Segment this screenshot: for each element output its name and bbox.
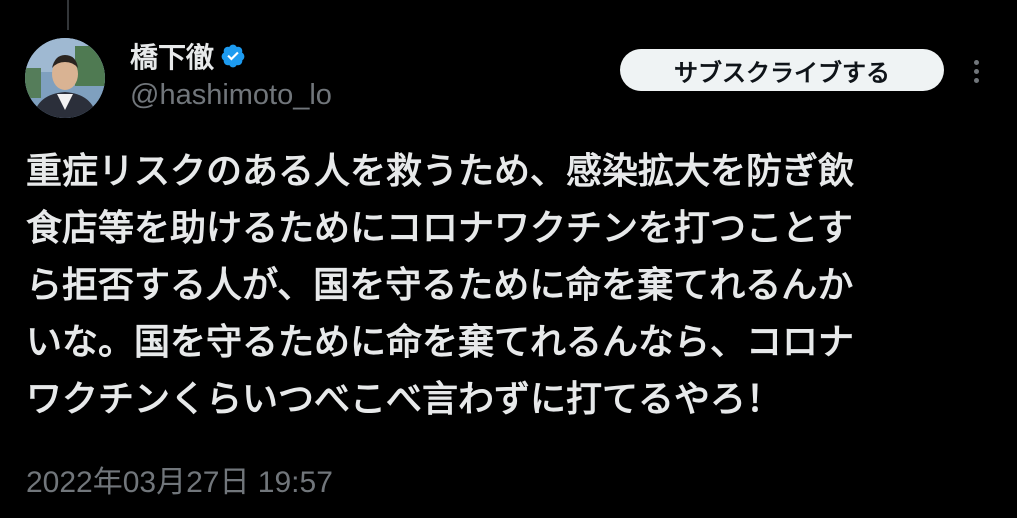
verified-badge-icon[interactable] xyxy=(220,43,246,69)
avatar[interactable] xyxy=(25,38,105,118)
more-dot xyxy=(973,68,979,74)
avatar-photo xyxy=(25,38,105,118)
more-dot xyxy=(973,59,979,65)
author-display-name[interactable]: 橋下徹 xyxy=(130,36,214,76)
tweet-text-line: 食店等を助けるためにコロナワクチンを打つことす xyxy=(26,208,853,249)
subscribe-button[interactable]: サブスクライブする xyxy=(620,49,944,91)
more-dot xyxy=(973,77,979,83)
tweet-text-line: ワクチンくらいつべこべ言わずに打てるやろ！ xyxy=(26,379,783,420)
more-vertical-icon[interactable] xyxy=(966,56,986,86)
thread-connector-line xyxy=(67,0,69,30)
author-name-row: 橋下徹 xyxy=(130,38,246,74)
tweet-timestamp[interactable]: 2022年03月27日 19:57 xyxy=(26,457,333,501)
author-handle[interactable]: @hashimoto_lo xyxy=(130,79,332,112)
tweet-text-line: いな。国を守るために命を棄てれるんなら、コロナ xyxy=(26,322,855,363)
tweet-text-line: 重症リスクのある人を救うため、感染拡大を防ぎ飲 xyxy=(26,151,855,192)
tweet-text: 重症リスクのある人を救うため、感染拡大を防ぎ飲 食店等を助けるためにコロナワクチ… xyxy=(26,143,986,428)
tweet-text-line: ら拒否する人が、国を守るために命を棄てれるんか xyxy=(26,265,854,306)
